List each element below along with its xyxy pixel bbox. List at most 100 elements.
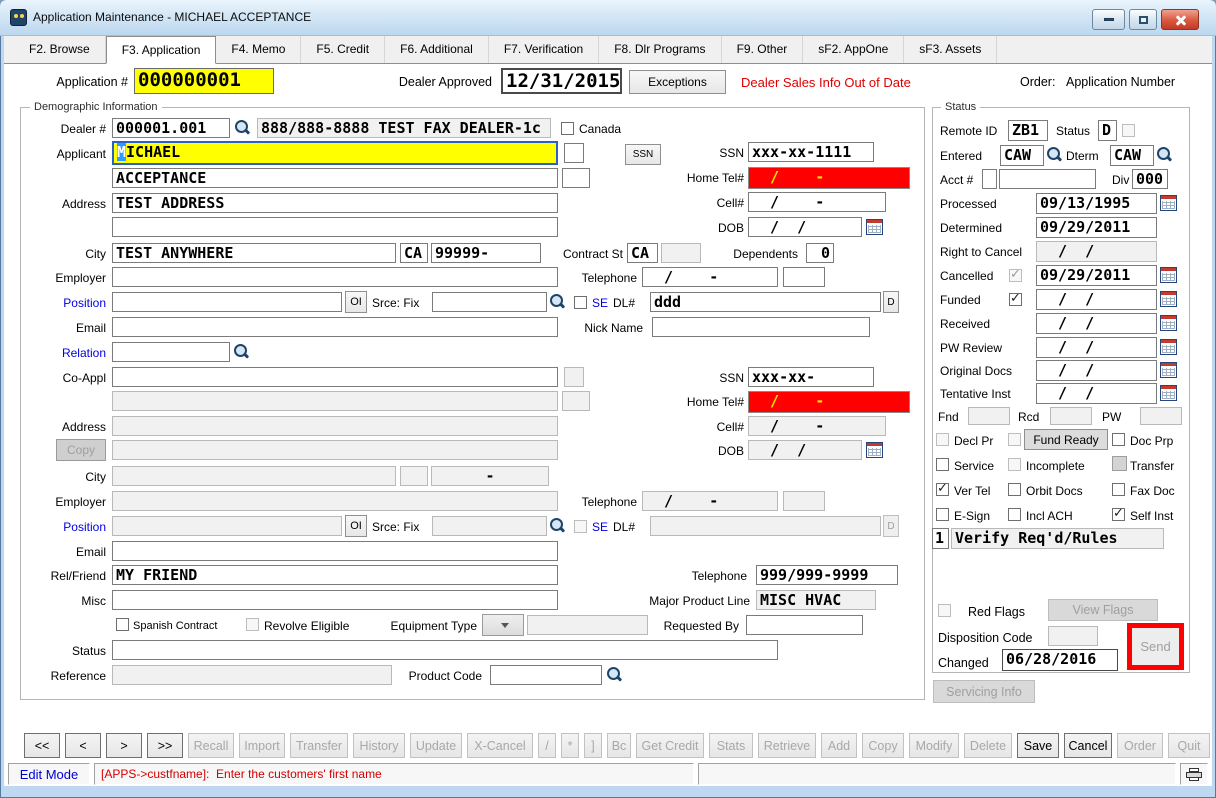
applicant-dob-calendar-icon[interactable] xyxy=(866,219,883,235)
applicant-suffix-box[interactable] xyxy=(564,143,584,163)
misc-field[interactable] xyxy=(112,590,558,610)
dterm-field[interactable]: CAW xyxy=(1110,145,1154,166)
applicant-city-field[interactable]: TEST ANYWHERE xyxy=(112,243,396,263)
nick-name-field[interactable] xyxy=(652,317,870,337)
dterm-lookup-icon[interactable] xyxy=(1155,146,1172,164)
applicant-home-tel-field[interactable]: / - xyxy=(748,167,910,189)
applicant-srce-lookup-icon[interactable] xyxy=(548,293,565,311)
applicant-srce-field[interactable] xyxy=(432,292,547,312)
funded-calendar-icon[interactable] xyxy=(1160,291,1177,307)
coapplicant-position-label[interactable]: Position xyxy=(22,517,106,537)
status-code-field[interactable]: D xyxy=(1098,120,1117,141)
tab-appone[interactable]: sF2. AppOne xyxy=(803,36,904,63)
acct-prefix-box[interactable] xyxy=(982,169,997,189)
close-button[interactable] xyxy=(1161,9,1199,30)
send-button[interactable]: Send xyxy=(1127,623,1184,670)
entered-lookup-icon[interactable] xyxy=(1045,146,1062,164)
funded-date-field[interactable]: / / xyxy=(1036,289,1157,310)
restore-button[interactable] xyxy=(1129,9,1157,30)
applicant-work-tel-ext-field[interactable] xyxy=(783,267,825,287)
tab-other[interactable]: F9. Other xyxy=(722,36,804,63)
coapplicant-home-tel-field[interactable]: / - xyxy=(748,391,910,413)
requested-by-field[interactable] xyxy=(746,615,863,635)
applicant-d-button[interactable]: D xyxy=(883,291,899,313)
tab-memo[interactable]: F4. Memo xyxy=(216,36,301,63)
applicant-cell-field[interactable]: / - xyxy=(748,192,886,212)
fund-ready-button[interactable]: Fund Ready xyxy=(1024,429,1108,450)
applicant-last-name-field[interactable]: ACCEPTANCE xyxy=(112,168,558,188)
rel-friend-tel-field[interactable]: 999/999-9999 xyxy=(756,565,898,585)
applicant-employer-field[interactable] xyxy=(112,267,558,287)
original-docs-date-field[interactable]: / / xyxy=(1036,360,1157,381)
application-number-field[interactable]: 000000001 xyxy=(134,68,274,94)
exceptions-button[interactable]: Exceptions xyxy=(629,70,726,94)
app-status-field[interactable] xyxy=(112,640,778,660)
applicant-oi-button[interactable]: OI xyxy=(345,291,367,313)
dealer-number-field[interactable]: 000001.001 xyxy=(112,118,230,138)
acct-number-field[interactable] xyxy=(999,169,1096,189)
product-code-field[interactable] xyxy=(490,665,602,685)
ver-tel-checkbox[interactable] xyxy=(936,483,949,496)
applicant-ssn-field[interactable]: xxx-xx-1111 xyxy=(748,142,874,162)
funded-checkbox[interactable] xyxy=(1009,293,1022,306)
nav-next-button[interactable]: > xyxy=(106,733,142,758)
processed-calendar-icon[interactable] xyxy=(1160,195,1177,211)
minimize-button[interactable] xyxy=(1092,9,1125,30)
save-button[interactable]: Save xyxy=(1017,733,1059,758)
dealer-lookup-icon[interactable] xyxy=(233,119,250,137)
cancel-button[interactable]: Cancel xyxy=(1064,733,1112,758)
coapplicant-srce-lookup-icon[interactable] xyxy=(548,517,565,535)
remote-id-field[interactable]: ZB1 xyxy=(1008,120,1048,141)
changed-date-field[interactable]: 06/28/2016 xyxy=(1002,649,1118,671)
service-checkbox[interactable] xyxy=(936,458,949,471)
tab-dlr-programs[interactable]: F8. Dlr Programs xyxy=(599,36,721,63)
applicant-dl-field[interactable]: ddd xyxy=(650,292,881,312)
applicant-work-tel-field[interactable]: / - xyxy=(642,267,778,287)
applicant-email-field[interactable] xyxy=(112,317,558,337)
cancelled-date-field[interactable]: 09/29/2011 xyxy=(1036,265,1157,286)
dependents-field[interactable]: 0 xyxy=(806,243,834,263)
determined-date-field[interactable]: 09/29/2011 xyxy=(1036,217,1157,238)
product-code-lookup-icon[interactable] xyxy=(605,666,622,684)
tab-assets[interactable]: sF3. Assets xyxy=(904,36,997,63)
rel-friend-field[interactable]: MY FRIEND xyxy=(112,565,558,585)
equipment-type-dropdown[interactable] xyxy=(482,614,524,636)
orbit-docs-checkbox[interactable] xyxy=(1008,483,1021,496)
applicant-address2-field[interactable] xyxy=(112,217,558,237)
spanish-contract-checkbox[interactable] xyxy=(116,618,129,631)
relation-lookup-icon[interactable] xyxy=(232,343,249,361)
contract-state-field[interactable]: CA xyxy=(627,243,658,263)
coapplicant-ssn-field[interactable]: xxx-xx- xyxy=(748,367,874,387)
applicant-position-label[interactable]: Position xyxy=(22,293,106,313)
tentative-inst-date-field[interactable]: / / xyxy=(1036,383,1157,404)
received-date-field[interactable]: / / xyxy=(1036,313,1157,334)
div-field[interactable]: 000 xyxy=(1132,169,1168,189)
tab-browse[interactable]: F2. Browse xyxy=(14,36,106,63)
applicant-address1-field[interactable]: TEST ADDRESS xyxy=(112,193,558,213)
applicant-se-checkbox[interactable] xyxy=(574,296,587,309)
nav-last-button[interactable]: >> xyxy=(147,733,183,758)
fax-doc-checkbox[interactable] xyxy=(1112,483,1125,496)
applicant-first-name-field[interactable]: MICHAEL xyxy=(112,141,558,165)
tab-application[interactable]: F3. Application xyxy=(106,36,217,64)
relation-field[interactable] xyxy=(112,342,230,362)
nav-prev-button[interactable]: < xyxy=(65,733,101,758)
coapplicant-dob-calendar-icon[interactable] xyxy=(866,442,883,458)
applicant-zip-field[interactable]: 99999- xyxy=(431,243,541,263)
applicant-dob-field[interactable]: / / xyxy=(748,217,862,237)
dealer-approved-field[interactable]: 12/31/2015 xyxy=(501,68,622,94)
applicant-position-field[interactable] xyxy=(112,292,342,312)
print-button[interactable] xyxy=(1180,763,1208,785)
tab-credit[interactable]: F5. Credit xyxy=(301,36,385,63)
e-sign-checkbox[interactable] xyxy=(936,508,949,521)
pw-review-date-field[interactable]: / / xyxy=(1036,337,1157,358)
pw-review-calendar-icon[interactable] xyxy=(1160,339,1177,355)
coapplicant-email-field[interactable] xyxy=(112,541,558,561)
canada-checkbox[interactable] xyxy=(561,122,574,135)
ssn-button[interactable]: SSN xyxy=(625,144,661,165)
relation-label[interactable]: Relation xyxy=(22,343,106,363)
coapplicant-first-name-field[interactable] xyxy=(112,367,558,387)
coapplicant-oi-button[interactable]: OI xyxy=(345,515,367,537)
applicant-state-field[interactable]: CA xyxy=(400,243,428,263)
cancelled-calendar-icon[interactable] xyxy=(1160,267,1177,283)
